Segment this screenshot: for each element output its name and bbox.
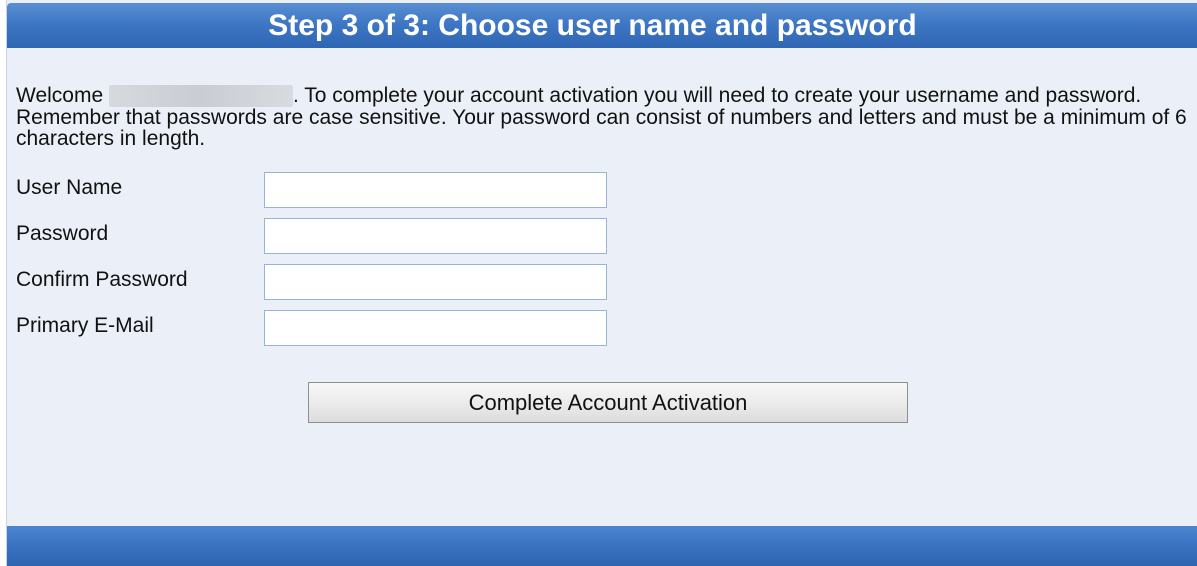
user-name-label: User Name — [16, 176, 123, 199]
confirm-password-label: Confirm Password — [16, 268, 188, 291]
redacted-user-name — [108, 85, 293, 107]
intro-text: Welcome . To complete your account activ… — [16, 85, 1196, 149]
confirm-password-row: Confirm Password — [16, 264, 716, 300]
step-header: Step 3 of 3: Choose user name and passwo… — [7, 3, 1197, 48]
primary-email-input[interactable] — [264, 310, 607, 346]
password-row: Password — [16, 218, 716, 254]
confirm-password-input[interactable] — [264, 264, 607, 300]
step-title: Step 3 of 3: Choose user name and passwo… — [268, 9, 917, 42]
user-name-input[interactable] — [264, 172, 607, 208]
activation-panel: Step 3 of 3: Choose user name and passwo… — [6, 0, 1197, 566]
primary-email-label: Primary E-Mail — [16, 314, 154, 337]
user-name-row: User Name — [16, 172, 716, 208]
complete-activation-button[interactable]: Complete Account Activation — [308, 382, 908, 423]
password-label: Password — [16, 222, 109, 245]
footer-bar — [7, 526, 1197, 566]
primary-email-row: Primary E-Mail — [16, 310, 716, 346]
password-input[interactable] — [264, 218, 607, 254]
welcome-prefix: Welcome — [16, 84, 104, 107]
